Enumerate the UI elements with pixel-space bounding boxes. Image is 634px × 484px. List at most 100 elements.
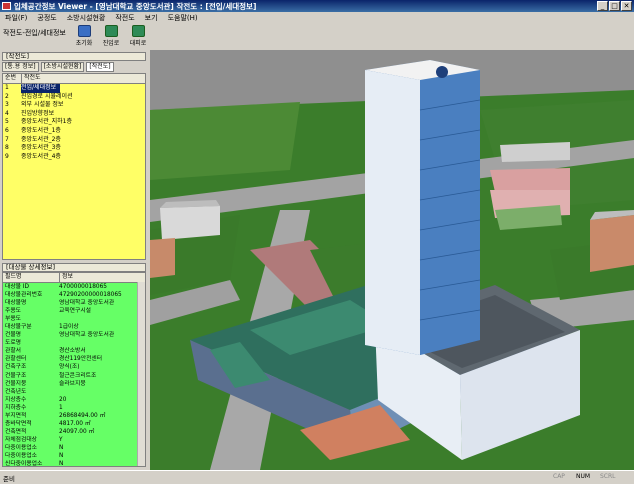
table-row[interactable]: 건축년도 (3, 388, 145, 396)
maximize-button[interactable]: □ (609, 1, 620, 11)
column-header-map[interactable]: 작전도 (22, 74, 145, 83)
table-row[interactable]: 대상물구분 1급이상 (3, 323, 145, 331)
app-icon (2, 2, 11, 10)
field-name: 부지면적 (5, 412, 27, 419)
list-item-number: 1 (5, 84, 9, 91)
field-value (59, 388, 145, 396)
entry-route-button[interactable]: 진입로 (100, 25, 122, 48)
field-name: 건축년도 (5, 388, 27, 395)
field-name: 관할서 (5, 348, 21, 355)
status-bar: 준비 CAP NUM SCRL (0, 470, 634, 484)
list-item[interactable]: 8 중앙도서관_3층 (3, 144, 145, 153)
status-text: 준비 (3, 475, 15, 483)
table-row[interactable]: 신다중이용업소 N (3, 460, 145, 466)
table-row[interactable]: 건물구조 철근콘크리트조 (3, 372, 145, 380)
field-name: 층바닥면적 (5, 420, 32, 427)
list-item[interactable]: 7 중앙도서관_2층 (3, 136, 145, 145)
table-row[interactable]: 건물지붕 슬라브지붕 (3, 380, 145, 388)
table-row[interactable]: 대상물 ID 4700000018065 (3, 283, 145, 291)
operation-map-panel-title: [작전도] (2, 52, 146, 61)
list-item[interactable]: 1 전입/세대정보 (3, 84, 145, 93)
menu-process[interactable]: 공정도 (32, 12, 61, 23)
field-value: 양식(조) (59, 364, 80, 371)
minimize-button[interactable]: _ (597, 1, 608, 11)
menu-help[interactable]: 도움말(H) (163, 12, 203, 23)
column-header-info[interactable]: 정보 (60, 273, 145, 282)
field-name: 지상층수 (5, 396, 27, 403)
field-value: 26868494.00 ㎡ (59, 412, 106, 419)
field-value: 철근콘크리트조 (59, 372, 97, 379)
num-indicator: NUM (576, 473, 591, 480)
detail-header: 필드명 정보 (3, 273, 145, 283)
window-title: 입체공간정보 Viewer - [영남대학교 중앙도서관] 작전도 : [전입/… (14, 2, 257, 11)
close-button[interactable]: ✕ (621, 1, 632, 11)
panel-subtabs: [통.용 정보] [소방시설현황] [작전도] (2, 62, 146, 72)
list-item-number: 4 (5, 109, 9, 117)
table-row[interactable]: 건물명 영남대학교 중앙도서관 (3, 331, 145, 339)
field-name: 도로명 (5, 340, 21, 347)
column-header-no[interactable]: 순번 (3, 74, 22, 83)
list-item-name: 진입경로 시뮬레이션 (21, 92, 73, 100)
list-item[interactable]: 5 중앙도서관_지하1층 (3, 118, 145, 127)
table-row[interactable]: 다중이용업소 N (3, 444, 145, 452)
list-item-number: 8 (5, 144, 9, 152)
field-name: 건축구조 (5, 364, 27, 371)
field-name: 관할센터 (5, 356, 27, 363)
evacuation-button[interactable]: 대피로 (127, 25, 149, 48)
field-name: 대상물 ID (5, 284, 30, 290)
list-item[interactable]: 2 진입경로 시뮬레이션 (3, 93, 145, 102)
list-item[interactable]: 6 중앙도서관_1층 (3, 127, 145, 136)
table-row[interactable]: 관할센터 경산119안전센터 (3, 355, 145, 363)
table-row[interactable]: 다중이용업소 N (3, 452, 145, 460)
menu-fire-facility[interactable]: 소방시설현황 (62, 12, 111, 23)
field-value (59, 315, 145, 323)
reset-button[interactable]: 초기화 (73, 25, 95, 48)
table-row[interactable]: 자체점검대상 Y (3, 436, 145, 444)
field-value: 슬라브지붕 (59, 380, 86, 387)
field-value: 20 (59, 396, 67, 403)
3d-map-viewport[interactable] (150, 50, 634, 470)
operation-map-list: 순번 작전도 1 전입/세대정보 2 진입경로 시뮬레이션 3 외부 시설물 정보 4 진입방… (2, 73, 146, 260)
table-row[interactable]: 층바닥면적 4817.00 ㎡ (3, 420, 145, 428)
field-value (59, 339, 145, 347)
field-name: 대상물관리번호 (5, 292, 43, 299)
table-row[interactable]: 지하층수 1 (3, 404, 145, 412)
list-item-name: 중앙도서관_지하1층 (21, 118, 72, 126)
tab-fire-facility[interactable]: [소방시설현황] (40, 62, 85, 72)
detail-scrollbar[interactable] (137, 282, 145, 466)
list-item-name: 중앙도서관_4층 (21, 152, 61, 160)
list-item-number: 7 (5, 135, 9, 143)
field-name: 주용도 (5, 308, 21, 315)
field-name: 지하층수 (5, 404, 27, 411)
table-row[interactable]: 건축구조 양식(조) (3, 363, 145, 371)
menu-file[interactable]: 파일(F) (0, 12, 32, 23)
menu-view[interactable]: 보기 (140, 12, 163, 23)
table-row[interactable]: 대상물관리번호 47290200000018065 (3, 291, 145, 299)
column-header-field[interactable]: 필드명 (3, 273, 60, 282)
menu-bar: 파일(F) 공정도 소방시설현황 작전도 보기 도움말(H) (0, 12, 634, 23)
table-row[interactable]: 건축면적 24097.00 ㎡ (3, 428, 145, 436)
field-value: 4700000018065 (59, 284, 107, 290)
left-panel: [작전도] [통.용 정보] [소방시설현황] [작전도] 순번 작전도 1 전입… (0, 50, 150, 470)
campus-3d-scene (150, 50, 634, 470)
table-row[interactable]: 도로명 (3, 339, 145, 347)
tab-operation-map[interactable]: [작전도] (86, 62, 114, 72)
field-name: 다중이용업소 (5, 452, 37, 459)
menu-operation-map[interactable]: 작전도 (110, 12, 139, 23)
field-value: 영남대학교 중앙도서관 (59, 300, 115, 307)
table-row[interactable]: 대상물명 영남대학교 중앙도서관 (3, 299, 145, 307)
entry-route-icon (104, 25, 118, 37)
field-name: 자체점검대상 (5, 436, 37, 443)
table-row[interactable]: 주용도 교육연구시설 (3, 307, 145, 315)
field-name: 건축면적 (5, 428, 27, 435)
tab-general-info[interactable]: [통.용 정보] (2, 62, 39, 72)
list-item[interactable]: 9 중앙도서관_4층 (3, 153, 145, 162)
table-row[interactable]: 지상층수 20 (3, 396, 145, 404)
table-row[interactable]: 부지면적 26868494.00 ㎡ (3, 412, 145, 420)
table-row[interactable]: 관할서 경산소방서 (3, 347, 145, 355)
field-value: 경산119안전센터 (59, 356, 103, 363)
list-item[interactable]: 3 외부 시설물 정보 (3, 101, 145, 110)
table-row[interactable]: 부용도 (3, 315, 145, 323)
field-value: N (59, 452, 64, 459)
field-name: 부용도 (5, 316, 21, 323)
